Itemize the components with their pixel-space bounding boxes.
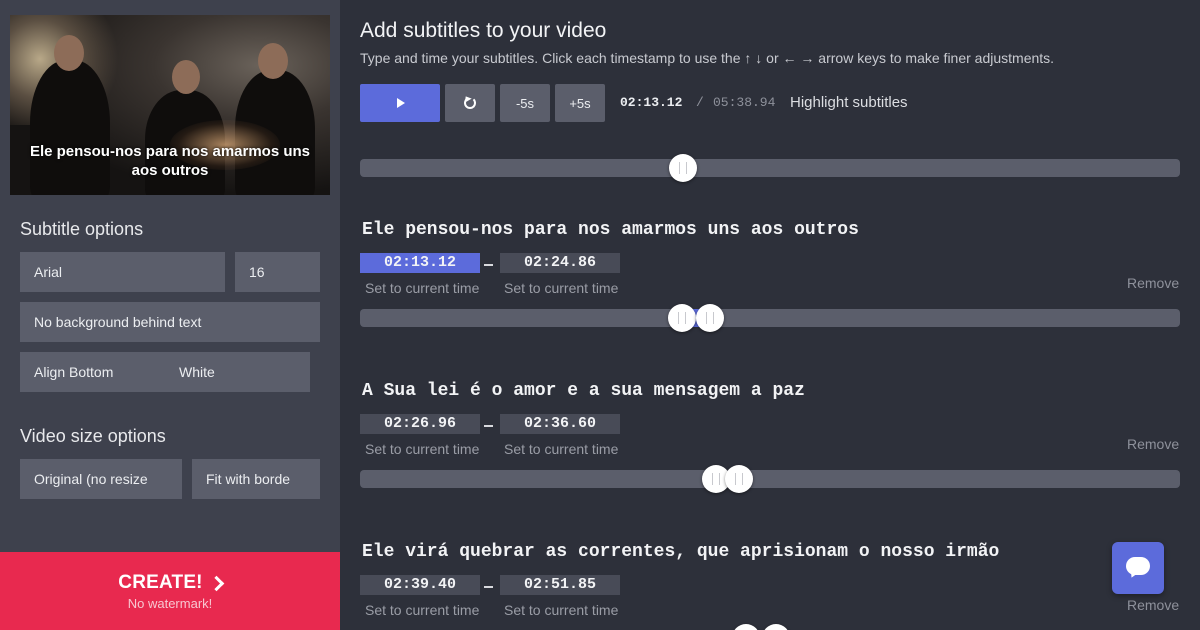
restart-button[interactable] <box>445 84 495 122</box>
font-select[interactable]: Arial <box>20 252 225 292</box>
playhead-handle[interactable] <box>669 154 697 182</box>
time-dash <box>484 425 493 427</box>
font-size-input[interactable]: 16 <box>235 252 320 292</box>
color-select[interactable]: White <box>165 352 310 392</box>
page-title: Add subtitles to your video <box>360 19 607 42</box>
range-end-handle-3[interactable] <box>762 624 790 630</box>
page-instructions: Type and time your subtitles. Click each… <box>360 50 1055 66</box>
set-end-current-2[interactable]: Set to current time <box>504 441 618 457</box>
range-start-handle-3[interactable] <box>732 624 760 630</box>
create-subtext: No watermark! <box>127 596 213 611</box>
remove-subtitle-3[interactable]: Remove <box>1127 597 1179 613</box>
size-fit-button[interactable]: Fit with borde <box>192 459 320 499</box>
end-time-1[interactable]: 02:24.86 <box>500 253 620 273</box>
subtitle-text-2[interactable]: A Sua lei é o amor e a sua mensagem a pa… <box>362 381 805 401</box>
time-dash <box>484 586 493 588</box>
remove-subtitle-2[interactable]: Remove <box>1127 436 1179 452</box>
video-caption: Ele pensou-nos para nos amarmos uns aos … <box>29 143 311 179</box>
subtitle-range-1[interactable] <box>360 304 1180 332</box>
play-button[interactable] <box>360 84 440 122</box>
back-5s-button[interactable]: -5s <box>500 84 550 122</box>
chevron-right-icon <box>208 575 224 591</box>
size-original-button[interactable]: Original (no resize <box>20 459 182 499</box>
start-time-1[interactable]: 02:13.12 <box>360 253 480 273</box>
start-time-3[interactable]: 02:39.40 <box>360 575 480 595</box>
chat-widget-button[interactable] <box>1112 542 1164 594</box>
remove-subtitle-1[interactable]: Remove <box>1127 275 1179 291</box>
set-end-current-3[interactable]: Set to current time <box>504 602 618 618</box>
align-select[interactable]: Align Bottom <box>20 352 165 392</box>
end-time-2[interactable]: 02:36.60 <box>500 414 620 434</box>
end-time-3[interactable]: 02:51.85 <box>500 575 620 595</box>
head-right <box>258 43 288 79</box>
time-dash <box>484 264 493 266</box>
background-select[interactable]: No background behind text <box>20 302 320 342</box>
set-start-current-1[interactable]: Set to current time <box>365 280 479 296</box>
sidebar: Ele pensou-nos para nos amarmos uns aos … <box>0 0 340 630</box>
create-label: CREATE! <box>118 572 203 593</box>
replay-icon <box>464 97 476 109</box>
highlight-subtitles-toggle[interactable]: Highlight subtitles <box>790 94 908 111</box>
set-end-current-1[interactable]: Set to current time <box>504 280 618 296</box>
start-time-2[interactable]: 02:26.96 <box>360 414 480 434</box>
main-timeline[interactable] <box>360 154 1180 182</box>
time-separator: / <box>696 95 704 110</box>
video-preview[interactable]: Ele pensou-nos para nos amarmos uns aos … <box>10 15 330 195</box>
subtitle-text-3[interactable]: Ele virá quebrar as correntes, que apris… <box>362 542 999 562</box>
subtitle-options-heading: Subtitle options <box>20 219 144 239</box>
subtitle-text-1[interactable]: Ele pensou-nos para nos amarmos uns aos … <box>362 220 859 240</box>
total-time: 05:38.94 <box>713 95 776 110</box>
range-end-handle-2[interactable] <box>725 465 753 493</box>
video-size-heading: Video size options <box>20 426 166 446</box>
set-start-current-2[interactable]: Set to current time <box>365 441 479 457</box>
subtitle-range-2[interactable] <box>360 465 1180 493</box>
create-button[interactable]: CREATE! No watermark! <box>0 552 340 630</box>
head-left <box>54 35 84 71</box>
range-end-handle-1[interactable] <box>696 304 724 332</box>
play-icon <box>397 98 405 108</box>
current-time: 02:13.12 <box>620 95 683 110</box>
forward-5s-button[interactable]: +5s <box>555 84 605 122</box>
head-middle <box>172 60 200 94</box>
set-start-current-3[interactable]: Set to current time <box>365 602 479 618</box>
range-start-handle-1[interactable] <box>668 304 696 332</box>
